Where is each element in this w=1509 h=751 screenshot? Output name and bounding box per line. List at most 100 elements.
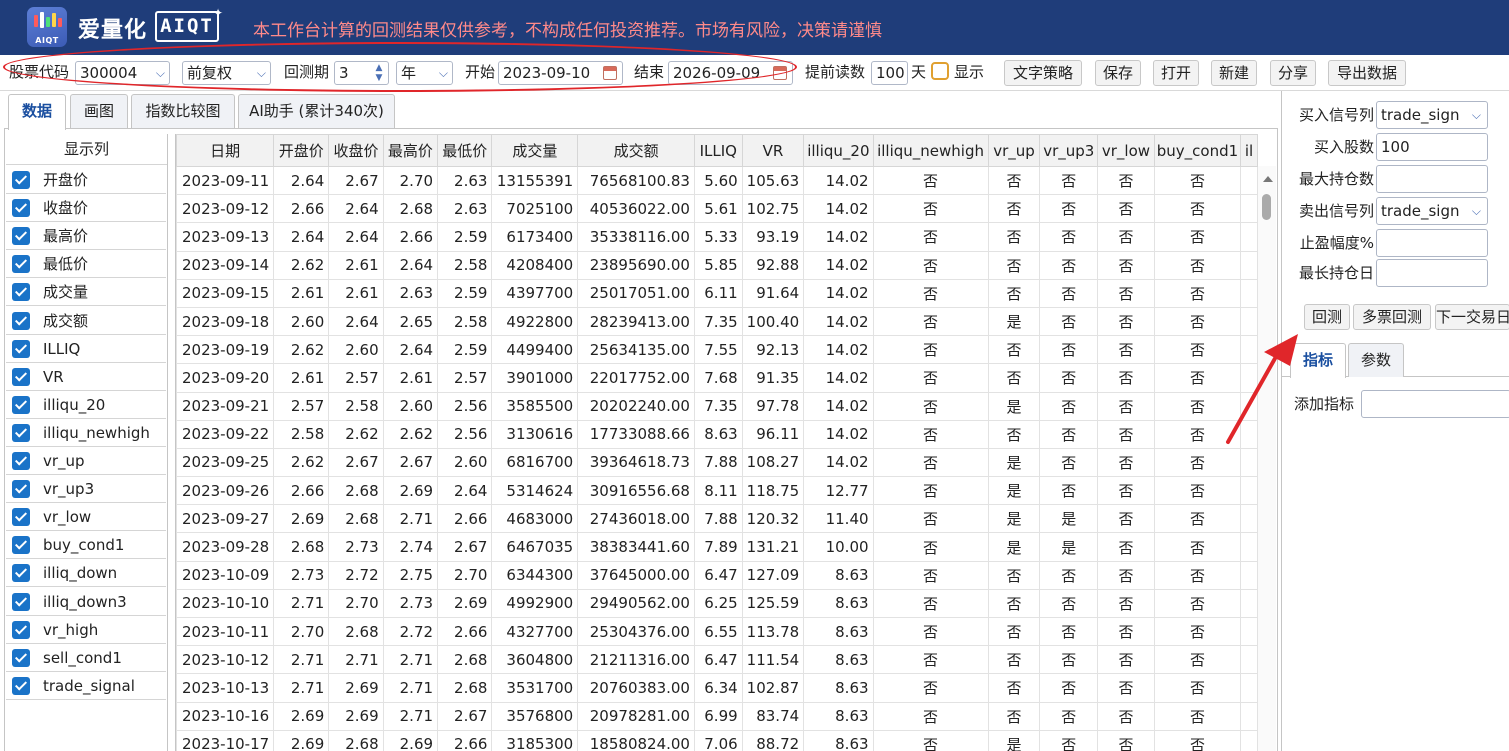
column-toggle-item[interactable]: trade_signal <box>6 672 166 700</box>
column-header[interactable]: VR <box>741 134 805 167</box>
column-header[interactable]: illiqu_newhigh <box>872 134 989 167</box>
scrollbar-thumb[interactable] <box>1262 194 1271 220</box>
column-toggle-item[interactable]: ILLIQ <box>6 335 166 363</box>
calendar-icon[interactable] <box>603 66 617 80</box>
table-row[interactable]: 2023-09-21 2.57 2.58 2.60 2.56 3585500 2020224… <box>176 391 1258 421</box>
sell-signal-select[interactable]: trade_sign ⌵ <box>1376 197 1488 225</box>
column-toggle-item[interactable]: VR <box>6 363 166 391</box>
max-positions-input[interactable] <box>1376 165 1488 193</box>
column-header[interactable]: 最低价 <box>437 134 493 167</box>
stock-code-select[interactable]: 300004 ⌵ <box>75 61 170 85</box>
take-profit-input[interactable] <box>1376 229 1488 257</box>
buy-shares-input[interactable]: 100 <box>1376 133 1488 161</box>
table-row[interactable]: 2023-09-18 2.60 2.64 2.65 2.58 4922800 2823941… <box>176 306 1258 337</box>
checkbox-checked-icon[interactable] <box>12 367 30 386</box>
column-header[interactable]: illiqu_20 <box>803 134 874 167</box>
table-row[interactable]: 2023-10-10 2.71 2.70 2.73 2.69 4992900 2949056… <box>176 588 1258 619</box>
column-header[interactable]: 日期 <box>176 134 275 167</box>
new-button[interactable]: 新建 <box>1211 60 1257 86</box>
column-toggle-item[interactable]: vr_up <box>6 447 166 475</box>
adjust-select[interactable]: 前复权 ⌵ <box>182 61 271 85</box>
table-row[interactable]: 2023-10-17 2.69 2.68 2.69 2.66 3185300 1858082… <box>176 729 1258 751</box>
column-toggle-item[interactable]: 最低价 <box>6 250 166 279</box>
column-header[interactable]: ILLIQ <box>693 134 743 167</box>
period-input[interactable]: 3 ▲ ▼ <box>334 61 389 85</box>
checkbox-checked-icon[interactable] <box>12 311 30 330</box>
end-date-input[interactable]: 2026-09-09 <box>668 61 793 85</box>
add-indicator-input[interactable] <box>1361 390 1509 418</box>
period-unit-select[interactable]: 年 ⌵ <box>396 61 453 85</box>
column-header[interactable]: 收盘价 <box>328 134 384 167</box>
calendar-icon[interactable] <box>773 66 787 80</box>
table-row[interactable]: 2023-09-11 2.64 2.67 2.70 2.63 13155391 765681… <box>176 165 1258 196</box>
checkbox-checked-icon[interactable] <box>12 199 30 218</box>
column-toggle-item[interactable]: vr_low <box>6 503 166 532</box>
tab-chart[interactable]: 画图 <box>70 94 128 128</box>
table-row[interactable]: 2023-09-20 2.61 2.57 2.61 2.57 3901000 2201775… <box>176 363 1258 393</box>
show-checkbox[interactable] <box>931 62 949 80</box>
text-strategy-button[interactable]: 文字策略 <box>1004 60 1082 86</box>
tab-index-compare[interactable]: 指数比较图 <box>131 94 235 128</box>
column-header[interactable]: 开盘价 <box>273 134 330 167</box>
checkbox-checked-icon[interactable] <box>12 508 30 527</box>
table-row[interactable]: 2023-09-26 2.66 2.68 2.69 2.64 5314624 3091655… <box>176 476 1258 506</box>
backtest-button[interactable]: 回测 <box>1304 304 1350 330</box>
checkbox-checked-icon[interactable] <box>12 227 30 246</box>
column-header[interactable]: 成交额 <box>577 134 695 167</box>
scroll-up-icon[interactable] <box>1263 176 1273 182</box>
checkbox-checked-icon[interactable] <box>12 648 30 667</box>
column-toggle-item[interactable]: buy_cond1 <box>6 531 166 560</box>
save-button[interactable]: 保存 <box>1095 60 1141 86</box>
column-toggle-item[interactable]: 收盘价 <box>6 194 166 223</box>
tab-indicators[interactable]: 指标 <box>1290 343 1346 378</box>
start-date-input[interactable]: 2023-09-10 <box>498 61 623 85</box>
column-toggle-item[interactable]: sell_cond1 <box>6 644 166 672</box>
checkbox-checked-icon[interactable] <box>12 283 30 302</box>
column-header[interactable]: 成交量 <box>491 134 579 167</box>
table-row[interactable]: 2023-10-11 2.70 2.68 2.72 2.66 4327700 2530437… <box>176 616 1258 647</box>
checkbox-checked-icon[interactable] <box>12 423 30 442</box>
column-toggle-item[interactable]: vr_high <box>6 616 166 644</box>
column-toggle-item[interactable]: illiqu_20 <box>6 391 166 419</box>
table-row[interactable]: 2023-09-25 2.62 2.67 2.67 2.60 6816700 3936461… <box>176 447 1258 478</box>
table-row[interactable]: 2023-10-13 2.71 2.69 2.71 2.68 3531700 2076038… <box>176 673 1258 703</box>
table-row[interactable]: 2023-09-14 2.62 2.61 2.64 2.58 4208400 2389569… <box>176 250 1258 280</box>
buy-signal-select[interactable]: trade_sign ⌵ <box>1376 101 1488 129</box>
open-button[interactable]: 打开 <box>1153 60 1199 86</box>
spinner-icon[interactable]: ▲ ▼ <box>372 63 386 83</box>
checkbox-checked-icon[interactable] <box>12 676 30 695</box>
tab-ai-assistant[interactable]: AI助手 (累计340次) <box>238 94 395 128</box>
table-row[interactable]: 2023-09-19 2.62 2.60 2.64 2.59 4499400 2563413… <box>176 335 1258 365</box>
column-toggle-item[interactable]: 最高价 <box>6 222 166 251</box>
max-hold-days-input[interactable] <box>1376 259 1488 287</box>
column-toggle-item[interactable]: 成交额 <box>6 307 166 335</box>
table-row[interactable]: 2023-10-09 2.73 2.72 2.75 2.70 6344300 3764500… <box>176 560 1258 590</box>
column-header[interactable]: vr_up <box>987 134 1041 167</box>
tab-data[interactable]: 数据 <box>8 94 66 130</box>
checkbox-checked-icon[interactable] <box>12 620 30 639</box>
checkbox-checked-icon[interactable] <box>12 255 30 274</box>
checkbox-checked-icon[interactable] <box>12 395 30 414</box>
preload-input[interactable]: 100 <box>871 61 908 85</box>
export-data-button[interactable]: 导出数据 <box>1328 60 1406 86</box>
column-header[interactable]: vr_low <box>1097 134 1155 167</box>
table-row[interactable]: 2023-09-28 2.68 2.73 2.74 2.67 6467035 3838344… <box>176 532 1258 562</box>
table-row[interactable]: 2023-09-12 2.66 2.64 2.68 2.63 7025100 4053602… <box>176 194 1258 224</box>
multi-stock-backtest-button[interactable]: 多票回测 <box>1353 304 1431 330</box>
column-toggle-item[interactable]: illiq_down3 <box>6 588 166 616</box>
table-row[interactable]: 2023-09-13 2.64 2.64 2.66 2.59 6173400 3533811… <box>176 222 1258 252</box>
column-toggle-item[interactable]: illiqu_newhigh <box>6 419 166 447</box>
tab-parameters[interactable]: 参数 <box>1348 343 1404 377</box>
column-header[interactable]: vr_up3 <box>1039 134 1099 167</box>
table-row[interactable]: 2023-09-15 2.61 2.61 2.63 2.59 4397700 2501705… <box>176 278 1258 308</box>
column-header[interactable]: il <box>1240 134 1258 167</box>
column-header[interactable]: 最高价 <box>382 134 439 167</box>
table-row[interactable]: 2023-10-12 2.71 2.71 2.71 2.68 3604800 2121131… <box>176 645 1258 675</box>
column-toggle-item[interactable]: 开盘价 <box>6 166 166 194</box>
table-row[interactable]: 2023-10-16 2.69 2.69 2.71 2.67 3576800 2097828… <box>176 701 1258 731</box>
checkbox-checked-icon[interactable] <box>12 452 30 470</box>
checkbox-checked-icon[interactable] <box>12 171 30 189</box>
column-toggle-item[interactable]: vr_up3 <box>6 475 166 504</box>
checkbox-checked-icon[interactable] <box>12 480 30 499</box>
column-toggle-item[interactable]: illiq_down <box>6 559 166 588</box>
